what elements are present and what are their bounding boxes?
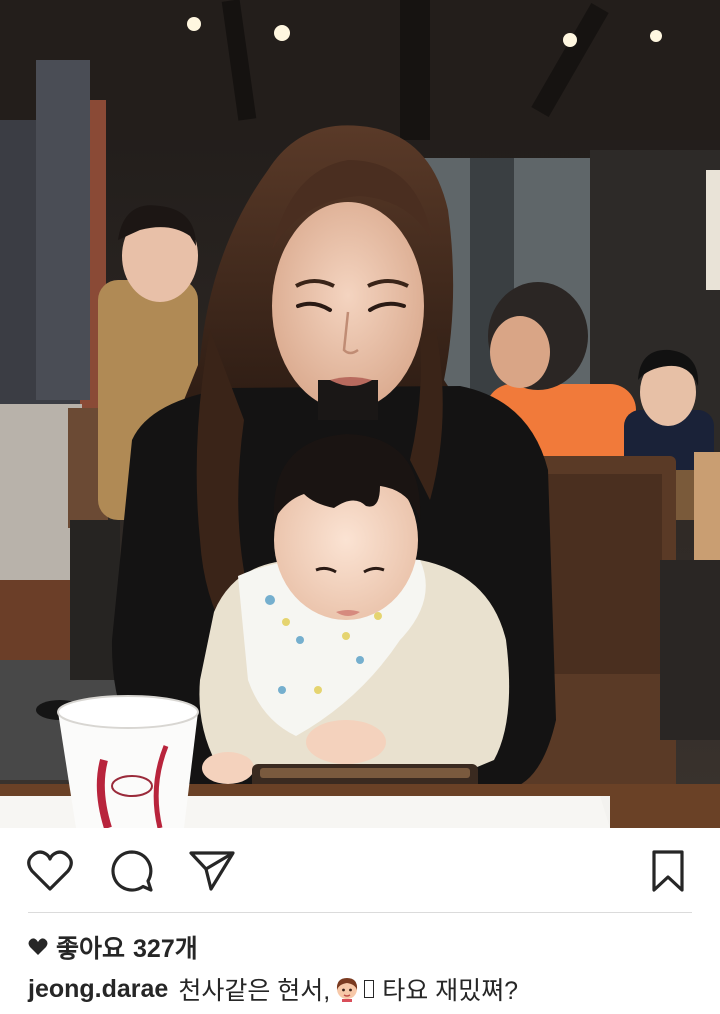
likes-count: 327개 — [133, 935, 198, 963]
comment-button[interactable] — [106, 848, 158, 894]
likes-label: 좋아요 — [56, 935, 126, 963]
divider — [28, 912, 692, 913]
missing-glyph-icon — [364, 980, 375, 998]
post-photo[interactable] — [0, 0, 720, 828]
paper-plane-icon — [189, 851, 235, 891]
heart-outline-icon — [27, 850, 73, 891]
like-button[interactable] — [24, 848, 76, 894]
likes-row[interactable]: 좋아요 327개 — [28, 930, 198, 964]
share-button[interactable] — [186, 848, 238, 894]
caption-text-part2: 타요 재밌쪄? — [382, 977, 519, 1005]
bookmark-icon — [652, 850, 684, 892]
post-caption: jeong.darae 천사같은 현서, 타요 재밌쪄? — [28, 970, 518, 1008]
caption-username[interactable]: jeong.darae — [28, 975, 168, 1004]
heart-filled-icon — [28, 938, 48, 955]
post-action-bar — [0, 828, 720, 912]
save-button[interactable] — [642, 848, 694, 894]
comment-bubble-icon — [111, 850, 153, 892]
caption-text-part1: 천사같은 현서, — [178, 977, 331, 1005]
girl-emoji-icon — [334, 976, 360, 1002]
photo-scene — [0, 0, 720, 828]
